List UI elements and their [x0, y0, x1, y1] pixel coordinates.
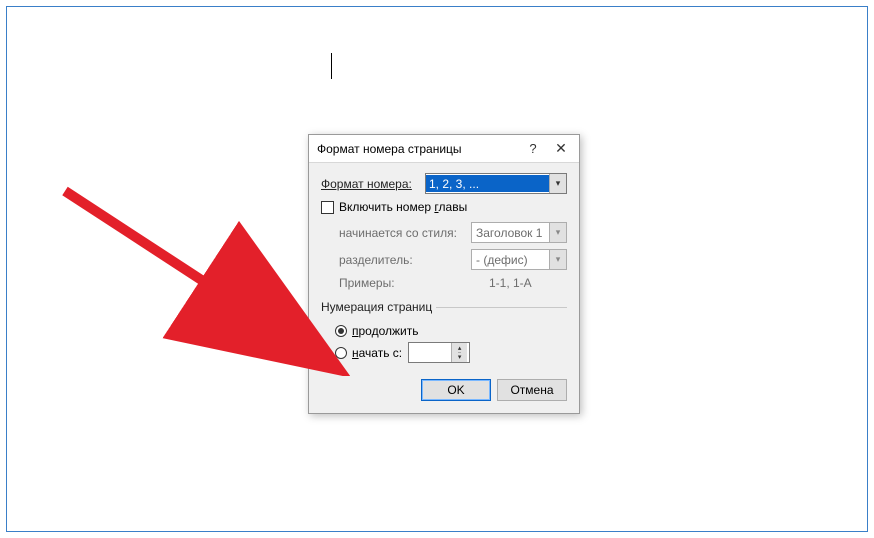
- number-format-label: Формат номера:: [321, 177, 425, 191]
- separator-value: - (дефис): [472, 253, 549, 267]
- examples-label: Примеры:: [339, 276, 489, 290]
- continue-label: продолжить: [352, 324, 418, 338]
- chapter-style-label: начинается со стиля:: [339, 226, 471, 240]
- chapter-style-combo: Заголовок 1 ▾: [471, 222, 567, 243]
- dialog-titlebar: Формат номера страницы ? ✕: [309, 135, 579, 163]
- spinner-down-icon[interactable]: ▾: [458, 353, 462, 362]
- number-format-combo[interactable]: 1, 2, 3, ... ▾: [425, 173, 567, 194]
- help-button[interactable]: ?: [519, 138, 547, 160]
- examples-value: 1-1, 1-A: [489, 276, 532, 290]
- cancel-button[interactable]: Отмена: [497, 379, 567, 401]
- page-numbering-legend: Нумерация страниц: [321, 300, 436, 314]
- start-at-spinner[interactable]: ▴ ▾: [408, 342, 470, 363]
- chapter-style-value: Заголовок 1: [472, 226, 549, 240]
- page-number-format-dialog: Формат номера страницы ? ✕ Формат номера…: [308, 134, 580, 414]
- dialog-body: Формат номера: 1, 2, 3, ... ▾ Включить н…: [309, 163, 579, 413]
- continue-radio[interactable]: [335, 325, 347, 337]
- dialog-title: Формат номера страницы: [317, 142, 519, 156]
- text-cursor: [331, 53, 332, 79]
- page-numbering-section: Нумерация страниц продолжить продолжить …: [321, 300, 567, 367]
- chevron-down-icon: ▾: [549, 223, 566, 242]
- close-button[interactable]: ✕: [547, 138, 575, 160]
- include-chapter-checkbox[interactable]: [321, 201, 334, 214]
- spinner-buttons[interactable]: ▴ ▾: [451, 343, 467, 362]
- spinner-up-icon[interactable]: ▴: [458, 344, 462, 353]
- include-chapter-label: Включить номер главы: [339, 200, 467, 214]
- ok-button[interactable]: OK: [421, 379, 491, 401]
- start-at-radio[interactable]: [335, 347, 347, 359]
- chevron-down-icon: ▾: [549, 250, 566, 269]
- number-format-value: 1, 2, 3, ...: [426, 175, 549, 192]
- chevron-down-icon[interactable]: ▾: [549, 174, 566, 193]
- separator-combo: - (дефис) ▾: [471, 249, 567, 270]
- separator-label: разделитель:: [339, 253, 471, 267]
- start-at-label: начать с:: [352, 346, 402, 360]
- start-at-input[interactable]: [409, 343, 451, 362]
